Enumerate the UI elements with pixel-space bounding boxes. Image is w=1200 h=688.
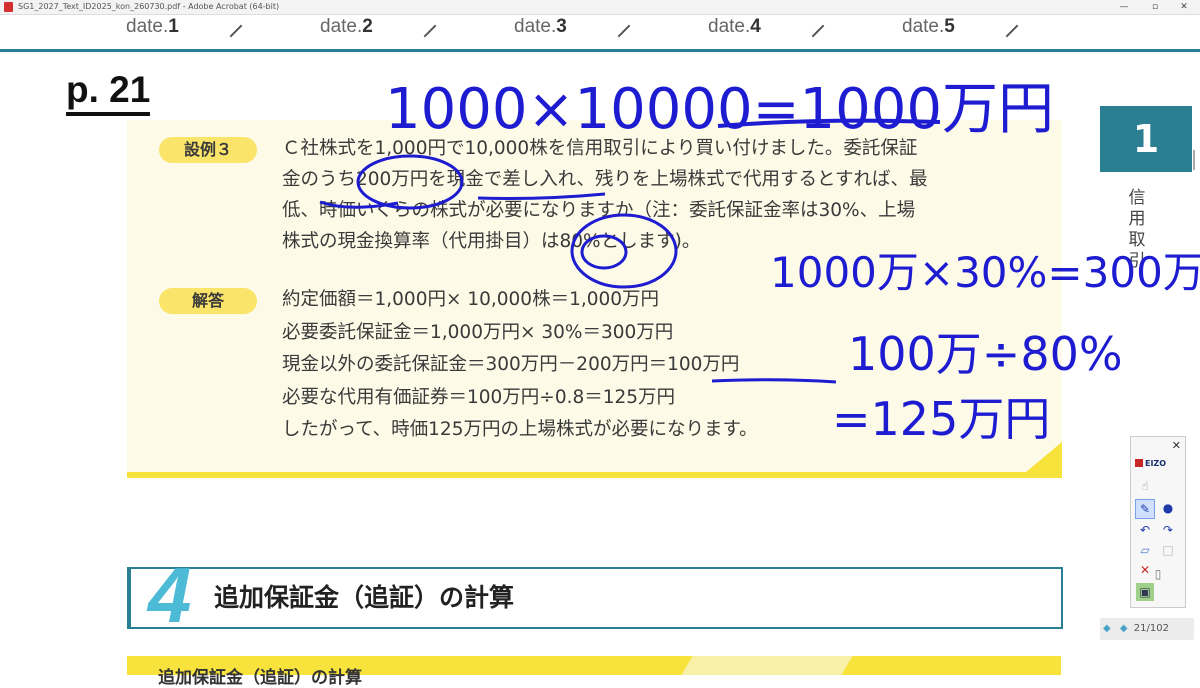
date-2: date.2 <box>320 16 373 37</box>
example-answer: 約定価額＝1,000円× 10,000株＝1,000万円 必要委託保証金＝1,0… <box>282 284 758 447</box>
date-divider <box>1005 24 1019 38</box>
eizo-logo: EIZO <box>1135 457 1179 471</box>
date-3: date.3 <box>514 16 567 37</box>
date-4: date.4 <box>708 16 761 37</box>
maximize-button[interactable]: ▫ <box>1143 0 1167 14</box>
chapter-label: 信用取引 <box>1128 188 1146 271</box>
section-heading-bar <box>127 567 131 629</box>
chapter-tab: 1 <box>1100 106 1192 172</box>
pdf-app-icon <box>4 2 13 12</box>
redo-icon[interactable]: ↷ <box>1159 521 1177 539</box>
shape-icon[interactable]: □ <box>1159 541 1177 559</box>
strip-highlight <box>681 656 853 675</box>
answer-tag: 解答 <box>159 288 257 314</box>
next-page-icon[interactable]: ◆ <box>1117 623 1131 634</box>
scrollbar-thumb[interactable] <box>1193 150 1195 170</box>
date-1: date.1 <box>126 16 179 37</box>
date-divider <box>423 24 437 38</box>
date-5: date.5 <box>902 16 955 37</box>
question-line: 株式の現金換算率（代用掛目）は80%とします)。 <box>282 231 701 252</box>
answer-line: したがって、時価125万円の上場株式が必要になります。 <box>282 419 758 440</box>
date-row: date.1 date.2 date.3 date.4 date.5 <box>0 14 1200 50</box>
answer-line: 約定価額＝1,000円× 10,000株＝1,000万円 <box>282 289 660 310</box>
pen-dot-icon[interactable]: ● <box>1159 499 1177 517</box>
header-rule <box>0 49 1200 52</box>
answer-line: 必要委託保証金＝1,000万円× 30%＝300万円 <box>282 321 674 343</box>
question-line: Ｃ社株式を1,000円で10,000株を信用取引により買い付けました。委託保証 <box>282 138 918 159</box>
capture-icon[interactable]: ▣ <box>1136 583 1154 601</box>
example-tag: 設例３ <box>159 137 257 163</box>
close-button[interactable]: ✕ <box>1172 0 1196 14</box>
minimize-button[interactable]: — <box>1112 0 1136 14</box>
subsection-heading: 追加保証金（追証）の計算 <box>158 668 362 688</box>
page-icon[interactable]: ▯ <box>1149 565 1167 583</box>
date-divider <box>617 24 631 38</box>
example-question: Ｃ社株式を1,000円で10,000株を信用取引により買い付けました。委託保証 … <box>282 133 927 257</box>
answer-line: 現金以外の委託保証金＝300万円－200万円＝100万円 <box>282 354 740 375</box>
window-title: SG1_2027_Text_ID2025_kon_260730.pdf - Ad… <box>18 2 280 11</box>
prev-page-icon[interactable]: ◆ <box>1100 623 1114 634</box>
undo-icon[interactable]: ↶ <box>1136 521 1154 539</box>
eraser-icon[interactable]: ▱ <box>1136 541 1154 559</box>
ink-tool-palette: ✕ EIZO ☝ ✎ ● ↶ ↷ ▱ □ ✕ ▯ ▣ <box>1130 436 1186 608</box>
section-number: 4 <box>148 551 192 639</box>
palette-close-icon[interactable]: ✕ <box>1172 439 1181 452</box>
date-divider <box>811 24 825 38</box>
example-corner <box>1026 442 1062 472</box>
page-navigator: ◆ ◆ 21/102 <box>1100 618 1194 640</box>
page-label: p. 21 <box>66 70 151 116</box>
pen-icon[interactable]: ✎ <box>1135 499 1155 519</box>
window-title-bar: SG1_2027_Text_ID2025_kon_260730.pdf - Ad… <box>0 0 1200 15</box>
section-title: 追加保証金（追証）の計算 <box>214 583 515 612</box>
question-line: 金のうち200万円を現金で差し入れ、残りを上場株式で代用するとすれば、最 <box>282 169 928 190</box>
answer-line: 必要な代用有価証券＝100万円÷0.8＝125万円 <box>282 386 676 408</box>
hand-icon[interactable]: ☝ <box>1136 477 1154 495</box>
question-line: 低、時価いくらの株式が必要になりますか（注：委託保証金率は30%、上場 <box>282 200 916 221</box>
date-divider <box>229 24 243 38</box>
page-counter: 21/102 <box>1133 623 1169 634</box>
